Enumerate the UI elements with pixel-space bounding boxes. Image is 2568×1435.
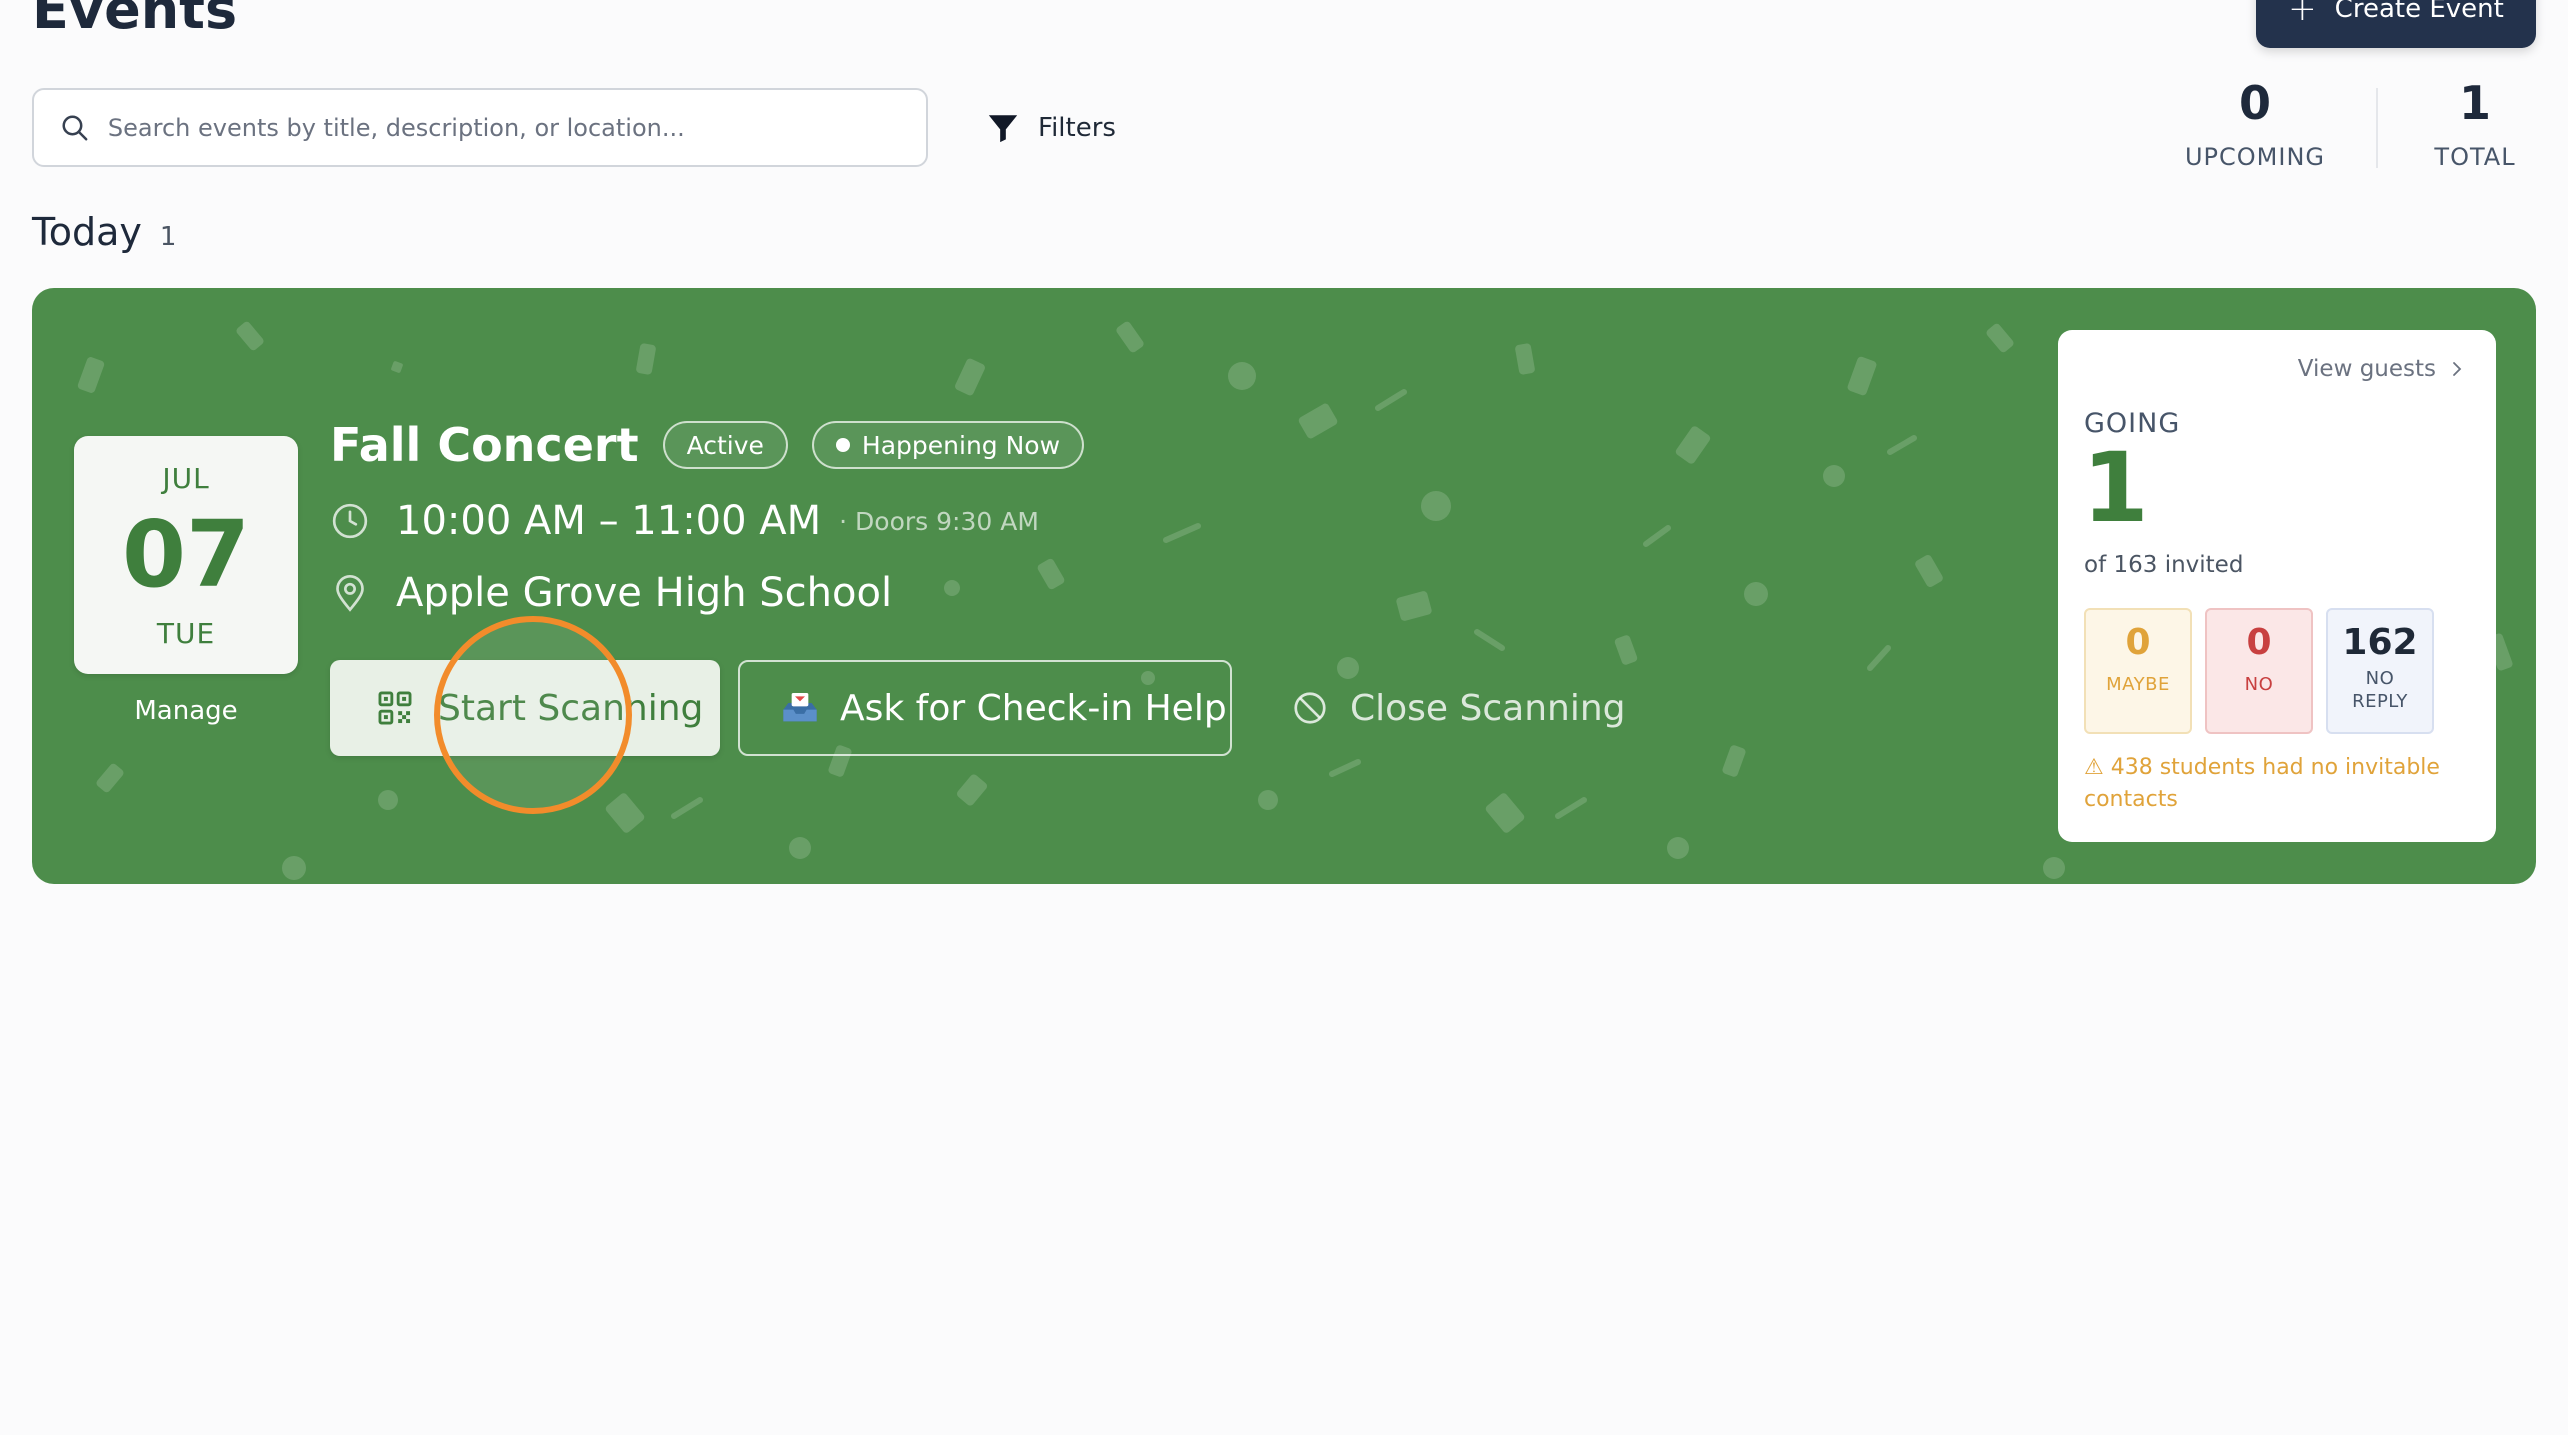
event-day: 07 [121, 501, 251, 608]
check-in-help-label: Ask for Check-in Help [840, 687, 1227, 729]
stat-total-label: TOTAL [2434, 142, 2516, 171]
search-input[interactable] [107, 113, 926, 142]
no-contacts-warning: ⚠ 438 students had no invitable contacts [2084, 755, 2440, 812]
map-pin-icon [336, 575, 364, 612]
search-box[interactable] [32, 88, 928, 167]
section-heading-today: Today 1 [32, 210, 176, 254]
rsvp-no-label: NO [2244, 674, 2274, 695]
create-event-label: Create Event [2334, 0, 2504, 24]
plus-icon: + [2288, 0, 2317, 29]
event-time-row: 10:00 AM – 11:00 AM · Doors 9:30 AM [330, 498, 1039, 544]
happening-now-label: Happening Now [861, 430, 1061, 460]
going-count: 1 [2082, 432, 2149, 544]
status-badge: Active [662, 421, 788, 469]
ban-icon [1294, 692, 1326, 724]
rsvp-no-reply-box: 162 NO REPLY [2326, 608, 2434, 734]
click-highlight-ring [434, 616, 632, 814]
stat-upcoming-label: UPCOMING [2184, 142, 2326, 171]
filters-label: Filters [1038, 113, 1116, 143]
filters-button[interactable]: Filters [986, 104, 1116, 152]
check-in-help-button[interactable]: Ask for Check-in Help [738, 660, 1232, 756]
rsvp-no-value: 0 [2246, 622, 2272, 663]
rsvp-no-reply-label-line1: NO [2365, 668, 2395, 689]
rsvp-no-reply-label-line2: REPLY [2352, 691, 2408, 713]
happening-now-badge: Happening Now [811, 421, 1085, 469]
stat-total-value: 1 [2458, 76, 2491, 130]
event-month: JUL [162, 462, 210, 495]
rsvp-maybe-label: MAYBE [2106, 674, 2170, 695]
event-time: 10:00 AM – 11:00 AM [396, 498, 822, 544]
event-title-row: Fall Concert Active Happening Now [330, 418, 1085, 472]
event-date-box: JUL 07 TUE [74, 436, 298, 674]
stat-upcoming: 0 UPCOMING [2180, 78, 2330, 171]
section-count: 1 [159, 222, 177, 252]
event-location-row: Apple Grove High School [330, 570, 892, 616]
inbox-tray-icon [783, 693, 817, 722]
status-badge-label: Active [686, 430, 764, 460]
rsvp-no-box: 0 NO [2205, 608, 2313, 734]
search-icon [62, 115, 88, 140]
rsvp-maybe-box: 0 MAYBE [2084, 608, 2192, 734]
section-title: Today [32, 210, 142, 254]
chevron-right-icon [2453, 362, 2462, 376]
rsvp-no-reply-value: 162 [2342, 622, 2418, 663]
rsvp-no-reply-label: NO REPLY [2328, 667, 2432, 714]
view-guests-link[interactable]: View guests [2298, 356, 2466, 382]
stat-upcoming-value: 0 [2238, 76, 2271, 130]
event-weekday: TUE [156, 617, 216, 650]
live-dot-icon [835, 438, 850, 452]
guests-panel: View guests GOING 1 of 163 invited 0 MAY… [2058, 330, 2496, 842]
event-title: Fall Concert [330, 418, 639, 472]
close-scanning-button[interactable]: Close Scanning [1292, 660, 1652, 756]
create-event-button[interactable]: + Create Event [2256, 0, 2536, 48]
stat-divider [2376, 88, 2378, 168]
manage-link[interactable]: Manage [74, 696, 298, 726]
page-title: Events [32, 0, 238, 41]
event-card[interactable]: JUL 07 TUE Manage Fall Concert Active Ha… [32, 288, 2536, 884]
stat-total: 1 TOTAL [2400, 78, 2550, 171]
event-doors: · Doors 9:30 AM [839, 506, 1039, 536]
filter-icon [988, 115, 1018, 143]
clock-icon [332, 503, 368, 539]
rsvp-maybe-value: 0 [2125, 622, 2151, 663]
view-guests-label: View guests [2297, 356, 2436, 382]
event-location: Apple Grove High School [396, 570, 893, 616]
invited-text: of 163 invited [2084, 552, 2244, 578]
qr-code-icon [378, 691, 412, 725]
close-scanning-label: Close Scanning [1350, 687, 1626, 729]
